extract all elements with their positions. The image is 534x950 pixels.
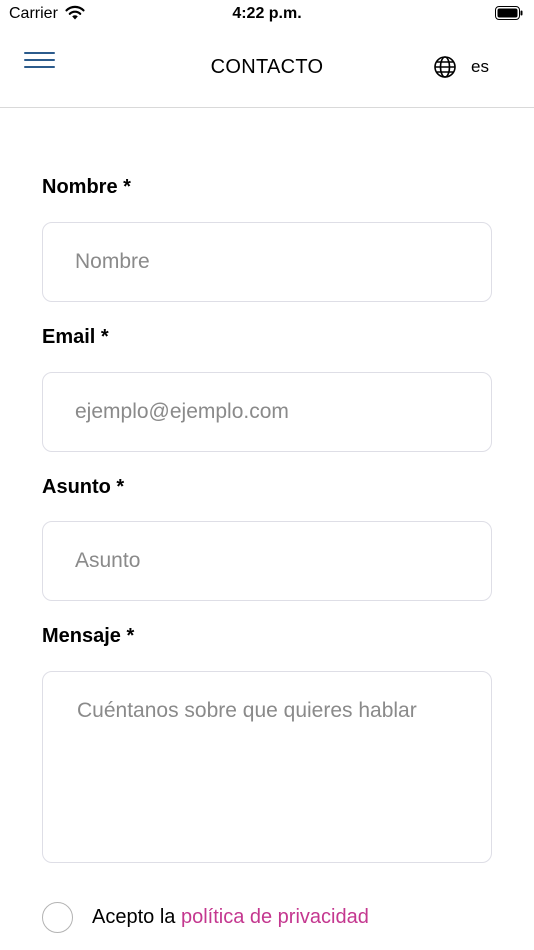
battery-icon [495, 6, 523, 20]
language-code: es [471, 57, 489, 76]
message-label: Mensaje * [42, 625, 135, 647]
privacy-checkbox[interactable] [42, 901, 73, 933]
email-input[interactable] [42, 372, 492, 452]
privacy-policy-link[interactable]: política de privacidad [181, 906, 369, 928]
name-label: Nombre * [42, 176, 131, 198]
name-input[interactable] [42, 222, 492, 302]
message-textarea[interactable] [42, 671, 492, 863]
language-selector[interactable]: es [433, 54, 489, 80]
hamburger-icon [24, 52, 55, 54]
subject-input[interactable] [42, 521, 492, 601]
status-bar: Carrier 4:22 p.m. [0, 0, 534, 28]
nav-bar: CONTACTO es [0, 28, 534, 108]
subject-label: Asunto * [42, 476, 125, 498]
clock: 4:22 p.m. [232, 5, 302, 22]
consent-prefix: Acepto la [92, 905, 181, 928]
globe-icon [434, 56, 456, 78]
privacy-consent: Acepto la política de privacidad [42, 900, 369, 934]
email-label: Email * [42, 326, 109, 348]
consent-text: Acepto la política de privacidad [92, 906, 369, 929]
